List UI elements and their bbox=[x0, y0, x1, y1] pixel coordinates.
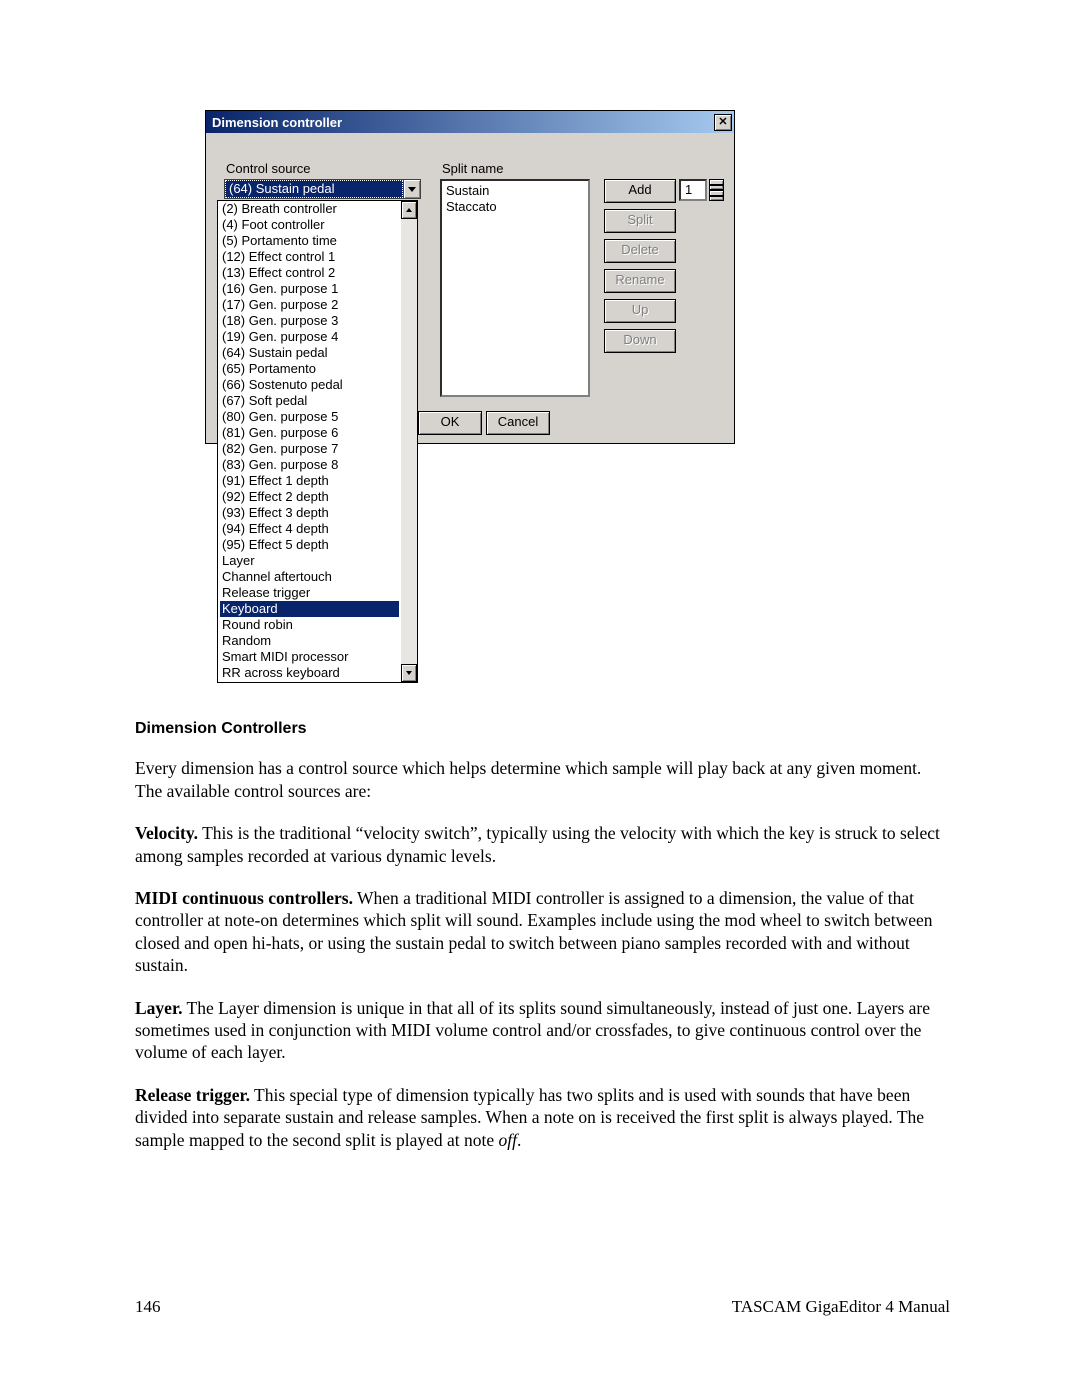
dropdown-item[interactable]: (93) Effect 3 depth bbox=[220, 505, 399, 521]
paragraph: MIDI continuous controllers. When a trad… bbox=[135, 887, 950, 977]
delete-button[interactable]: Delete bbox=[604, 239, 676, 263]
add-button[interactable]: Add bbox=[604, 179, 676, 203]
control-source-label: Control source bbox=[226, 161, 311, 176]
dropdown-item[interactable]: (64) Sustain pedal bbox=[220, 345, 399, 361]
dropdown-item[interactable]: (13) Effect control 2 bbox=[220, 265, 399, 281]
spin-up-icon[interactable] bbox=[709, 179, 724, 190]
control-source-combo[interactable]: (64) Sustain pedal bbox=[224, 179, 421, 199]
section-heading: Dimension Controllers bbox=[135, 719, 950, 739]
dialog-title: Dimension controller bbox=[212, 115, 714, 130]
control-source-value: (64) Sustain pedal bbox=[225, 180, 403, 198]
dropdown-item[interactable]: Keyboard bbox=[220, 601, 399, 617]
dropdown-item[interactable]: Random bbox=[220, 633, 399, 649]
dropdown-item[interactable]: (91) Effect 1 depth bbox=[220, 473, 399, 489]
dropdown-item[interactable]: (67) Soft pedal bbox=[220, 393, 399, 409]
list-item[interactable]: Sustain bbox=[446, 183, 584, 199]
dropdown-item[interactable]: (94) Effect 4 depth bbox=[220, 521, 399, 537]
dropdown-item[interactable]: Layer bbox=[220, 553, 399, 569]
dropdown-item[interactable]: (83) Gen. purpose 8 bbox=[220, 457, 399, 473]
dropdown-item[interactable]: Channel aftertouch bbox=[220, 569, 399, 585]
split-name-label: Split name bbox=[442, 161, 503, 176]
add-count-spinner[interactable] bbox=[709, 179, 724, 201]
dropdown-item[interactable]: (92) Effect 2 depth bbox=[220, 489, 399, 505]
up-button[interactable]: Up bbox=[604, 299, 676, 323]
dropdown-item[interactable]: (2) Breath controller bbox=[220, 201, 399, 217]
split-button[interactable]: Split bbox=[604, 209, 676, 233]
scroll-down-icon[interactable] bbox=[401, 664, 417, 682]
list-item[interactable]: Staccato bbox=[446, 199, 584, 215]
page-number: 146 bbox=[135, 1297, 161, 1317]
dropdown-scrollbar[interactable] bbox=[401, 201, 417, 682]
run-head: Release trigger. bbox=[135, 1085, 250, 1105]
dropdown-item[interactable]: RR across keyboard bbox=[220, 665, 399, 681]
paragraph: Release trigger. This special type of di… bbox=[135, 1084, 950, 1151]
dropdown-item[interactable]: (16) Gen. purpose 1 bbox=[220, 281, 399, 297]
dropdown-item[interactable]: (19) Gen. purpose 4 bbox=[220, 329, 399, 345]
rename-button[interactable]: Rename bbox=[604, 269, 676, 293]
spin-down-icon[interactable] bbox=[709, 190, 724, 201]
dropdown-item[interactable]: Round robin bbox=[220, 617, 399, 633]
paragraph: Layer. The Layer dimension is unique in … bbox=[135, 997, 950, 1064]
run-head: MIDI continuous controllers. bbox=[135, 888, 353, 908]
run-head: Layer. bbox=[135, 998, 182, 1018]
paragraph: Velocity. This is the traditional “veloc… bbox=[135, 822, 950, 867]
down-button[interactable]: Down bbox=[604, 329, 676, 353]
dropdown-item[interactable]: (4) Foot controller bbox=[220, 217, 399, 233]
dropdown-item[interactable]: (66) Sostenuto pedal bbox=[220, 377, 399, 393]
manual-title: TASCAM GigaEditor 4 Manual bbox=[732, 1297, 950, 1317]
cancel-button[interactable]: Cancel bbox=[486, 411, 550, 435]
ok-button[interactable]: OK bbox=[418, 411, 482, 435]
dropdown-item[interactable]: (81) Gen. purpose 6 bbox=[220, 425, 399, 441]
chevron-down-icon[interactable] bbox=[403, 180, 420, 198]
paragraph: Every dimension has a control source whi… bbox=[135, 757, 950, 802]
dropdown-item[interactable]: (82) Gen. purpose 7 bbox=[220, 441, 399, 457]
dropdown-item[interactable]: (95) Effect 5 depth bbox=[220, 537, 399, 553]
dropdown-item[interactable]: (5) Portamento time bbox=[220, 233, 399, 249]
dropdown-item[interactable]: Release trigger bbox=[220, 585, 399, 601]
dropdown-item[interactable]: (80) Gen. purpose 5 bbox=[220, 409, 399, 425]
scroll-up-icon[interactable] bbox=[401, 201, 417, 219]
split-name-listbox[interactable]: Sustain Staccato bbox=[440, 179, 590, 397]
dropdown-item[interactable]: (65) Portamento bbox=[220, 361, 399, 377]
dropdown-item[interactable]: (18) Gen. purpose 3 bbox=[220, 313, 399, 329]
dropdown-item[interactable]: (17) Gen. purpose 2 bbox=[220, 297, 399, 313]
add-count-input[interactable]: 1 bbox=[679, 179, 707, 201]
scroll-track[interactable] bbox=[401, 219, 417, 664]
dropdown-item[interactable]: (12) Effect control 1 bbox=[220, 249, 399, 265]
dropdown-item[interactable]: Smart MIDI processor bbox=[220, 649, 399, 665]
dialog-titlebar: Dimension controller ✕ bbox=[206, 111, 734, 133]
run-head: Velocity. bbox=[135, 823, 198, 843]
page-footer: 146 TASCAM GigaEditor 4 Manual bbox=[135, 1297, 950, 1317]
close-icon[interactable]: ✕ bbox=[714, 114, 732, 131]
control-source-dropdown-list[interactable]: (2) Breath controller(4) Foot controller… bbox=[217, 200, 418, 683]
